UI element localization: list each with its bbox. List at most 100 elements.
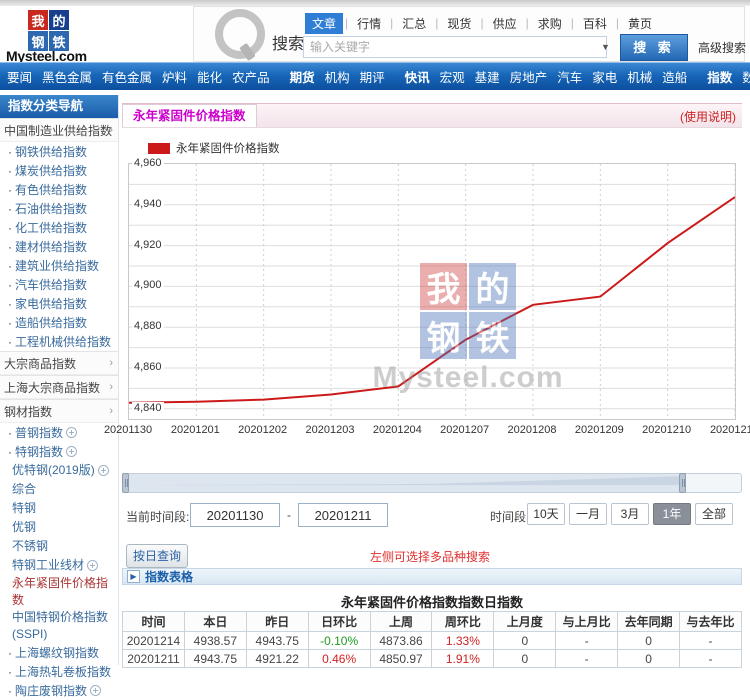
sidebar-item[interactable]: ·煤炭供给指数 bbox=[0, 161, 118, 180]
time-range-slider[interactable] bbox=[122, 473, 742, 493]
advanced-search-link[interactable]: 高级搜索 bbox=[698, 39, 746, 56]
slider-right-handle[interactable] bbox=[679, 473, 686, 493]
nav-item[interactable]: 造船 bbox=[657, 67, 692, 86]
bullet-icon: · bbox=[8, 684, 12, 698]
sidebar-item[interactable]: ·家电供给指数 bbox=[0, 294, 118, 313]
plus-icon[interactable] bbox=[98, 465, 109, 476]
index-table-section-bar[interactable]: ▶ 指数表格 bbox=[122, 568, 742, 585]
table-column-header: 日环比 bbox=[308, 612, 370, 632]
slider-left-handle[interactable] bbox=[122, 473, 129, 493]
price-line bbox=[129, 197, 735, 403]
sidebar-item[interactable]: ·建材供给指数 bbox=[0, 237, 118, 256]
nav-item[interactable]: 家电 bbox=[587, 67, 622, 86]
nav-item[interactable]: 基建 bbox=[470, 67, 505, 86]
sidebar-item[interactable]: 钢材指数› bbox=[0, 399, 118, 423]
sidebar-item[interactable]: ·汽车供给指数 bbox=[0, 275, 118, 294]
usage-instructions-link[interactable]: (使用说明) bbox=[680, 108, 736, 125]
search-tab-7[interactable]: 黄页 bbox=[621, 13, 659, 34]
bullet-icon: · bbox=[8, 646, 12, 660]
tab-separator: | bbox=[345, 16, 348, 30]
nav-item[interactable]: 房地产 bbox=[505, 67, 553, 86]
range-button-3月[interactable]: 3月 bbox=[611, 503, 649, 525]
table-cell: -0.10% bbox=[308, 632, 370, 650]
plus-icon[interactable] bbox=[87, 560, 98, 571]
chevron-down-icon[interactable]: ▼ bbox=[601, 42, 610, 52]
sidebar-item[interactable]: ·石油供给指数 bbox=[0, 199, 118, 218]
sidebar-item[interactable]: ·工程机械供给指数 bbox=[0, 332, 118, 351]
range-button-1年[interactable]: 1年 bbox=[653, 503, 691, 525]
nav-item[interactable]: 黑色金属 bbox=[37, 67, 97, 86]
y-axis-tick-label: 4,860 bbox=[132, 361, 164, 373]
tab-separator: | bbox=[480, 16, 483, 30]
legend-color-swatch bbox=[148, 143, 170, 154]
nav-item[interactable]: 期评 bbox=[355, 67, 390, 86]
sidebar-item[interactable]: 综合 bbox=[0, 480, 118, 499]
sidebar-item[interactable]: 优特钢(2019版) bbox=[0, 461, 118, 480]
tab-yongnian-fastener-index[interactable]: 永年紧固件价格指数 bbox=[122, 104, 257, 127]
table-column-header: 去年同期 bbox=[618, 612, 680, 632]
nav-item[interactable]: 期货 bbox=[285, 67, 320, 86]
nav-item[interactable]: 能化 bbox=[192, 67, 227, 86]
search-button[interactable]: 搜 索 bbox=[620, 34, 688, 61]
sidebar-item[interactable]: ·钢铁供给指数 bbox=[0, 142, 118, 161]
content-tabbar: 永年紧固件价格指数 (使用说明) bbox=[122, 103, 742, 128]
search-tab-3[interactable]: 现货 bbox=[440, 13, 478, 34]
query-by-day-button[interactable]: 按日查询 bbox=[126, 544, 188, 568]
nav-item[interactable]: 汽车 bbox=[552, 67, 587, 86]
search-tab-1[interactable]: 行情 bbox=[350, 13, 388, 34]
range-button-一月[interactable]: 一月 bbox=[569, 503, 607, 525]
sidebar-item[interactable]: ·建筑业供给指数 bbox=[0, 256, 118, 275]
sidebar-item[interactable]: ·造船供给指数 bbox=[0, 313, 118, 332]
plus-icon[interactable] bbox=[66, 446, 77, 457]
search-tab-6[interactable]: 百科 bbox=[576, 13, 614, 34]
nav-item[interactable]: 有色金属 bbox=[97, 67, 157, 86]
sidebar-item-label: 钢铁供给指数 bbox=[15, 143, 87, 160]
table-cell: 1.33% bbox=[432, 632, 494, 650]
range-button-全部[interactable]: 全部 bbox=[695, 503, 733, 525]
sidebar-item[interactable]: 中国特钢价格指数 (SSPI) bbox=[0, 609, 118, 643]
range-button-10天[interactable]: 10天 bbox=[527, 503, 565, 525]
nav-item[interactable]: 快讯 bbox=[400, 67, 435, 86]
sidebar-item[interactable]: 不锈钢 bbox=[0, 537, 118, 556]
range-label: 时间段: bbox=[490, 508, 529, 525]
sidebar-item[interactable]: ·化工供给指数 bbox=[0, 218, 118, 237]
nav-item[interactable]: 宏观 bbox=[435, 67, 470, 86]
sidebar-item[interactable]: ·有色供给指数 bbox=[0, 180, 118, 199]
search-tab-5[interactable]: 求购 bbox=[531, 13, 569, 34]
mysteel-logo[interactable]: 我 的 钢 铁 bbox=[28, 10, 72, 50]
nav-item[interactable]: 农产品 bbox=[227, 67, 275, 86]
search-tab-4[interactable]: 供应 bbox=[486, 13, 524, 34]
sidebar-item[interactable]: ·陶庄废钢指数 bbox=[0, 681, 118, 700]
sidebar-item[interactable]: 特钢 bbox=[0, 499, 118, 518]
period-from-input[interactable] bbox=[190, 503, 280, 527]
nav-item[interactable]: 要闻 bbox=[2, 67, 37, 86]
nav-item[interactable]: 数据 bbox=[737, 67, 750, 86]
period-to-input[interactable] bbox=[298, 503, 388, 527]
bullet-icon: · bbox=[8, 278, 12, 292]
sidebar-item[interactable]: 优钢 bbox=[0, 518, 118, 537]
sidebar-item[interactable]: 上海大宗商品指数› bbox=[0, 375, 118, 399]
sidebar-item[interactable]: ·普钢指数 bbox=[0, 423, 118, 442]
nav-item[interactable]: 机械 bbox=[622, 67, 657, 86]
nav-item[interactable]: 指数 bbox=[702, 67, 737, 86]
search-tab-0[interactable]: 文章 bbox=[305, 13, 343, 34]
sidebar-item[interactable]: 中国制造业供给指数› bbox=[0, 118, 118, 142]
range-buttons: 10天一月3月1年全部 bbox=[527, 503, 733, 525]
sidebar-item[interactable]: 特钢工业线材 bbox=[0, 556, 118, 575]
sidebar-item[interactable]: 永年紧固件价格指数 bbox=[0, 575, 118, 609]
table-cell: 4943.75 bbox=[246, 632, 308, 650]
sidebar-item[interactable]: ·上海螺纹钢指数 bbox=[0, 643, 118, 662]
plus-icon[interactable] bbox=[66, 427, 77, 438]
table-cell: 4938.57 bbox=[184, 632, 246, 650]
nav-item[interactable]: 炉料 bbox=[157, 67, 192, 86]
logo-char: 的 bbox=[49, 10, 69, 30]
sidebar-item[interactable]: 大宗商品指数› bbox=[0, 351, 118, 375]
plus-icon[interactable] bbox=[90, 685, 101, 696]
sidebar-item-label: 中国制造业供给指数 bbox=[4, 122, 112, 139]
search-tab-2[interactable]: 汇总 bbox=[395, 13, 433, 34]
table-cell: - bbox=[680, 632, 742, 650]
nav-item[interactable]: 机构 bbox=[320, 67, 355, 86]
search-input[interactable] bbox=[303, 36, 607, 58]
x-axis-tick-label: 20201202 bbox=[238, 424, 287, 436]
sidebar-item[interactable]: ·特钢指数 bbox=[0, 442, 118, 461]
